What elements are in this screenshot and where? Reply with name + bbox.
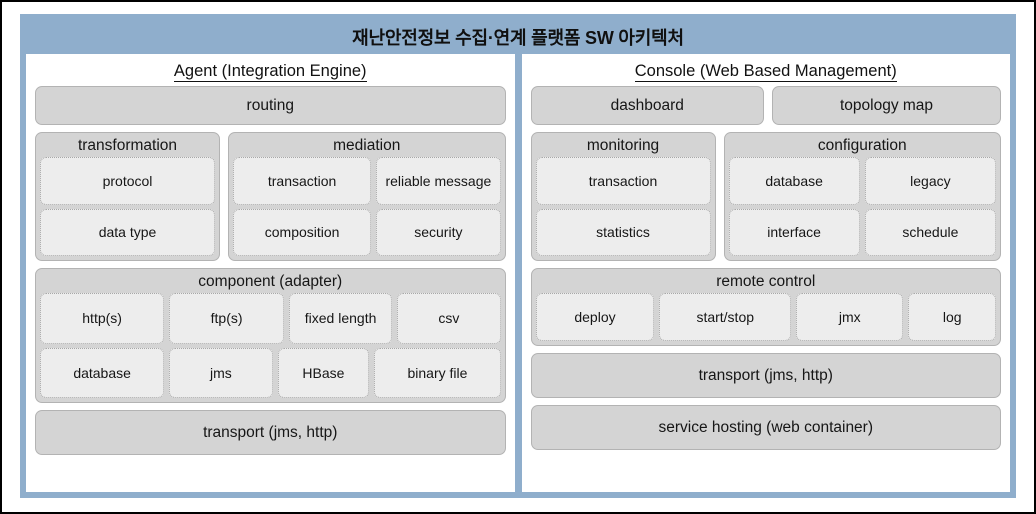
module-console-transport[interactable]: transport (jms, http) [530,353,1001,398]
module-monitoring-body: transaction statistics [532,157,715,260]
agent-row-routing: routing [35,86,506,125]
module-remote-control[interactable]: remote control deploy start/stop jmx log [530,268,1001,346]
module-mediation[interactable]: mediation transaction reliable message c… [228,132,506,261]
leaf-jmx[interactable]: jmx [796,293,904,341]
console-row-transport: transport (jms, http) [530,353,1001,398]
leaf-reliable-message[interactable]: reliable message [376,157,501,205]
module-mediation-title: mediation [333,137,401,154]
leaf-legacy[interactable]: legacy [864,157,996,205]
component-row-2: database jms HBase binary file [40,347,501,398]
leaf-log[interactable]: log [908,293,997,341]
panel-console-title-text: Console (Web Based Management) [634,62,897,82]
panel-agent-title-text: Agent (Integration Engine) [173,62,367,82]
transformation-row-1: protocol [40,157,215,205]
leaf-protocol[interactable]: protocol [40,157,215,205]
console-row-monitoring-configuration: monitoring transaction statistics config… [530,132,1001,261]
module-transformation-body: protocol data type [36,157,219,260]
module-remote-control-title: remote control [716,273,816,290]
leaf-binary-file[interactable]: binary file [374,347,501,398]
configuration-row-1: database legacy [728,157,996,205]
leaf-security[interactable]: security [376,208,501,256]
leaf-data-type[interactable]: data type [40,208,215,256]
leaf-composition[interactable]: composition [233,208,372,256]
module-dashboard[interactable]: dashboard [530,86,765,125]
leaf-interface[interactable]: interface [728,208,860,256]
module-topology-map[interactable]: topology map [772,86,1001,125]
remote-control-row-1: deploy start/stop jmx log [535,293,997,341]
leaf-transaction[interactable]: transaction [233,157,372,205]
module-monitoring-title: monitoring [586,137,660,154]
mediation-row-2: composition security [233,208,501,256]
leaf-fixed-length[interactable]: fixed length [288,293,393,344]
monitoring-row-2: statistics [535,208,711,256]
leaf-monitoring-transaction[interactable]: transaction [535,157,711,205]
leaf-https[interactable]: http(s) [40,293,165,344]
panel-console: Console (Web Based Management) dashboard… [521,54,1010,492]
page-title: 재난안전정보 수집·연계 플랫폼 SW 아키텍처 [352,28,684,48]
agent-row-transport: transport (jms, http) [35,410,506,455]
leaf-ftps[interactable]: ftp(s) [169,293,284,344]
leaf-start-stop[interactable]: start/stop [659,293,791,341]
agent-row-transformation-mediation: transformation protocol data type mediat… [35,132,506,261]
module-component-adapter-title: component (adapter) [198,273,343,290]
panel-agent-title: Agent (Integration Engine) [35,61,506,86]
leaf-config-database[interactable]: database [728,157,860,205]
module-service-hosting[interactable]: service hosting (web container) [530,405,1001,450]
configuration-row-2: interface schedule [728,208,996,256]
leaf-csv[interactable]: csv [397,293,501,344]
panel-agent: Agent (Integration Engine) routing trans… [26,54,515,492]
leaf-hbase[interactable]: HBase [277,347,370,398]
monitoring-row-1: transaction [535,157,711,205]
leaf-schedule[interactable]: schedule [864,208,996,256]
module-configuration-body: database legacy interface schedule [725,157,1001,260]
panels-container: Agent (Integration Engine) routing trans… [26,54,1010,492]
agent-row-component: component (adapter) http(s) ftp(s) fixed… [35,268,506,403]
module-transformation-title: transformation [77,137,178,154]
panel-console-title: Console (Web Based Management) [531,61,1002,86]
component-row-1: http(s) ftp(s) fixed length csv [40,293,501,344]
leaf-deploy[interactable]: deploy [535,293,655,341]
module-configuration-title: configuration [817,137,907,154]
panel-console-rows: dashboard topology map monitoring transa… [530,86,1001,483]
console-row-service-hosting: service hosting (web container) [530,405,1001,450]
module-mediation-body: transaction reliable message composition… [229,157,505,260]
module-routing[interactable]: routing [35,86,506,125]
module-configuration[interactable]: configuration database legacy interface … [723,132,1001,261]
transformation-row-2: data type [40,208,215,256]
module-monitoring[interactable]: monitoring transaction statistics [530,132,716,261]
mediation-row-1: transaction reliable message [233,157,501,205]
console-row-remote-control: remote control deploy start/stop jmx log [530,268,1001,346]
console-row-top: dashboard topology map [530,86,1001,125]
leaf-jms[interactable]: jms [169,347,273,398]
panel-agent-rows: routing transformation protocol data typ… [35,86,506,483]
module-component-adapter-body: http(s) ftp(s) fixed length csv database… [36,293,505,402]
leaf-statistics[interactable]: statistics [535,208,711,256]
module-component-adapter[interactable]: component (adapter) http(s) ftp(s) fixed… [35,268,506,403]
architecture-diagram: 재난안전정보 수집·연계 플랫폼 SW 아키텍처 Agent (Integrat… [0,0,1036,514]
module-remote-control-body: deploy start/stop jmx log [532,293,1001,345]
leaf-database[interactable]: database [40,347,165,398]
module-agent-transport[interactable]: transport (jms, http) [35,410,506,455]
diagram-frame: 재난안전정보 수집·연계 플랫폼 SW 아키텍처 Agent (Integrat… [20,14,1016,498]
module-transformation[interactable]: transformation protocol data type [35,132,220,261]
